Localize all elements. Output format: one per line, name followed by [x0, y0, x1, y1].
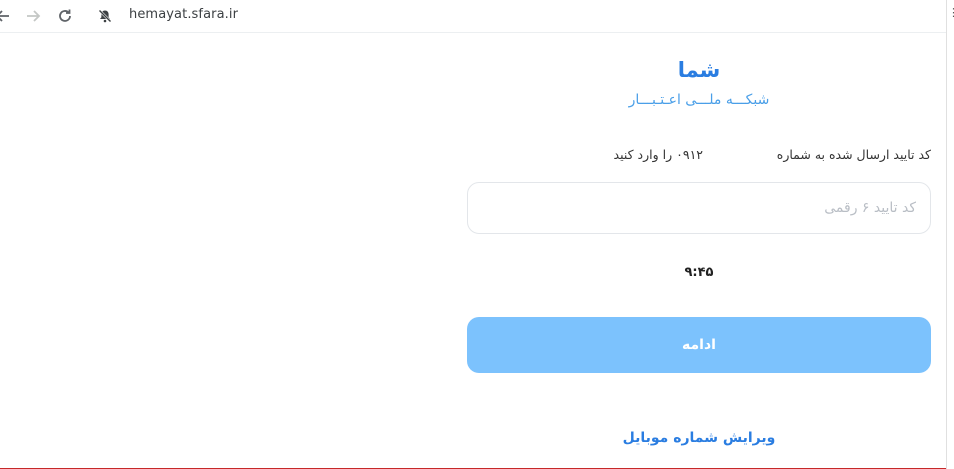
brand-subtitle: شبکـــه ملـــی اعـتـبـــار: [628, 92, 770, 108]
browser-toolbar: hemayat.sfara.ir: [0, 0, 946, 33]
countdown-timer: ۹:۴۵: [684, 265, 714, 280]
forward-arrow-icon[interactable]: [22, 5, 44, 27]
reload-icon[interactable]: [54, 5, 76, 27]
scrollbar-edge: ⋮: [946, 0, 954, 469]
address-bar-url[interactable]: hemayat.sfara.ir: [129, 7, 238, 22]
brand-title: شما: [677, 58, 721, 82]
verification-code-input[interactable]: [467, 182, 931, 234]
instruction-text-start: کد تایید ارسال شده به شماره: [776, 147, 931, 162]
menu-icon[interactable]: ⋮: [948, 6, 954, 19]
edit-mobile-link[interactable]: ویرایش شماره موبایل: [467, 430, 931, 446]
notifications-blocked-icon[interactable]: [94, 5, 116, 27]
back-arrow-icon[interactable]: [0, 5, 14, 27]
continue-button[interactable]: ادامه: [467, 317, 931, 373]
instruction-text-end: ۰۹۱۲ را وارد کنید: [613, 147, 703, 162]
